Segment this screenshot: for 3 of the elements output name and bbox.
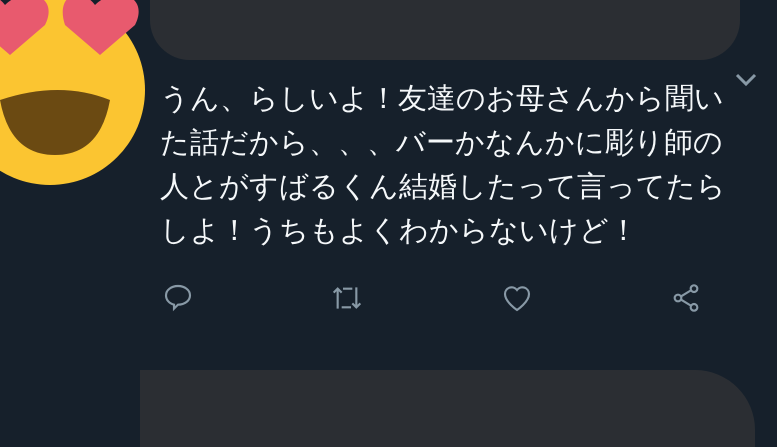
reply-icon[interactable] (162, 282, 194, 314)
tweet-text: うん、らしいよ！友達のお母さんから聞いた話だから、、、バーかなんかに彫り師の人とがすばるくん結婚したって言ってたらしよ！うちもよくわからないけど！ (160, 80, 727, 249)
chevron-down-icon[interactable] (734, 72, 758, 88)
